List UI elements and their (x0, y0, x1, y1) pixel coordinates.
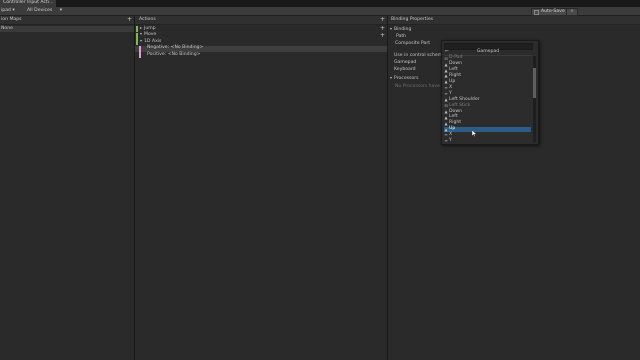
binding-section-label: Binding (394, 26, 412, 32)
action-maps-title: ion Maps (1, 16, 22, 22)
control-path-dropdown: ← Gamepad ⊟ D-Pad ▲ Down ▲ Left ▲ Right ▲ Up ≡ X ≡ Y ▲… (441, 40, 539, 145)
button-icon: ▲ (444, 114, 448, 120)
button-icon: ▲ (444, 61, 448, 67)
checkbox-icon (534, 9, 539, 15)
button-icon: ▲ (444, 79, 448, 85)
axis-icon: ≡ (444, 132, 448, 138)
scheme-label: Gamepad (394, 59, 417, 65)
collapse-icon: ⊟ (444, 102, 448, 108)
dropdown-item[interactable]: ≡ Y (444, 138, 531, 145)
search-icon: ⌕ (570, 8, 574, 14)
action-maps-panel: ion Maps + None (0, 16, 134, 360)
button-icon: ▲ (444, 108, 448, 114)
toolbar: ipad ▾ All Devices ▾ Auto-Save ⌕ (0, 7, 640, 16)
dropdown-item[interactable]: ⊟ Left Stick (444, 103, 531, 109)
window-titlebar: Controller Input Acti... (0, 0, 640, 7)
action-map-label: None (1, 25, 13, 31)
action-color-bar (136, 39, 138, 45)
binding-item-negative[interactable]: Negative: <No Binding> (135, 45, 387, 52)
binding-label: Negative: <No Binding> (147, 45, 204, 51)
dropdown-item-label: Left Shoulder (449, 96, 480, 102)
axis-icon: ≡ (444, 91, 448, 97)
dropdown-item[interactable]: ▲ Up (444, 127, 531, 133)
action-item-move[interactable]: Move + (135, 32, 387, 39)
add-binding-button[interactable]: + (380, 32, 385, 39)
binding-label: Positive: <No Binding> (147, 51, 201, 57)
axis-icon: ≡ (444, 85, 448, 91)
properties-title: Binding Properties (391, 16, 434, 22)
path-label: Path (396, 33, 407, 39)
chevron-down-icon: ▾ (12, 8, 15, 13)
dropdown-header-label: Gamepad (476, 48, 500, 54)
button-icon: ▲ (444, 73, 448, 79)
actions-title: Actions (139, 16, 156, 22)
dropdown-item-label: Y (449, 138, 452, 144)
action-label: Move (144, 32, 157, 38)
dropdown-item[interactable]: ▲ Right (444, 74, 531, 80)
dropdown-item-label: Y (449, 90, 452, 96)
scheme-label: Keyboard (394, 66, 416, 72)
auto-save-label: Auto-Save (541, 8, 565, 14)
control-scheme-dropdown[interactable]: ipad ▾ (1, 8, 15, 14)
button-icon: ▲ (444, 97, 448, 103)
dropdown-item-label: X (449, 84, 453, 90)
auto-save-toggle[interactable]: Auto-Save (531, 8, 568, 16)
binding-color-bar (139, 45, 141, 52)
binding-color-bar (139, 52, 141, 58)
binding-item-positive[interactable]: Positive: <No Binding> (135, 52, 387, 58)
action-maps-header: ion Maps + (0, 16, 134, 25)
processors-label: Processors (394, 75, 419, 81)
dropdown-item-label: Up (449, 79, 456, 85)
use-in-scheme-label: Use in control scheme (394, 52, 446, 58)
add-action-button[interactable]: + (380, 17, 385, 23)
search-button[interactable]: ⌕ (566, 8, 578, 16)
scrollbar-thumb[interactable] (533, 68, 536, 98)
dropdown-item[interactable]: ▲ Up (444, 79, 531, 86)
composite-part-label: Composite Part (395, 40, 431, 46)
action-item-jump[interactable]: Jump + (135, 26, 387, 32)
action-map-item[interactable]: None (0, 26, 134, 32)
collapse-icon: ⊟ (444, 55, 448, 61)
binding-foldout[interactable]: Binding (388, 27, 640, 33)
dropdown-item[interactable]: ▲ Left Shoulder (444, 97, 531, 103)
axis-icon: ≡ (444, 138, 448, 144)
action-color-bar (136, 32, 138, 39)
add-map-button[interactable]: + (127, 17, 132, 23)
dropdown-scrollbar[interactable] (533, 56, 536, 142)
back-arrow-icon[interactable]: ← (445, 49, 449, 55)
dropdown-item[interactable]: ▲ Right (444, 121, 531, 127)
actions-header: Actions + (135, 16, 387, 25)
binding-label: 1D Axis (144, 38, 162, 44)
window-tab[interactable]: Controller Input Acti... (0, 0, 57, 7)
action-label: Jump (144, 25, 156, 31)
properties-header: Binding Properties (388, 16, 640, 25)
actions-panel: Actions + Jump + Move + 1D Axis Negative… (135, 16, 387, 360)
dropdown-item-label: Left Stick (449, 102, 471, 108)
dropdown-item[interactable]: ≡ X (444, 84, 531, 92)
dropdown-item[interactable]: ≡ X (444, 133, 531, 139)
button-icon: ▲ (444, 126, 448, 132)
chevron-down-icon: ▾ (59, 8, 63, 13)
devices-dropdown[interactable]: All Devices ▾ (27, 8, 63, 14)
action-color-bar (136, 26, 138, 32)
button-icon: ▲ (444, 120, 448, 126)
button-icon: ▲ (444, 67, 448, 73)
mouse-cursor-icon (472, 130, 477, 137)
